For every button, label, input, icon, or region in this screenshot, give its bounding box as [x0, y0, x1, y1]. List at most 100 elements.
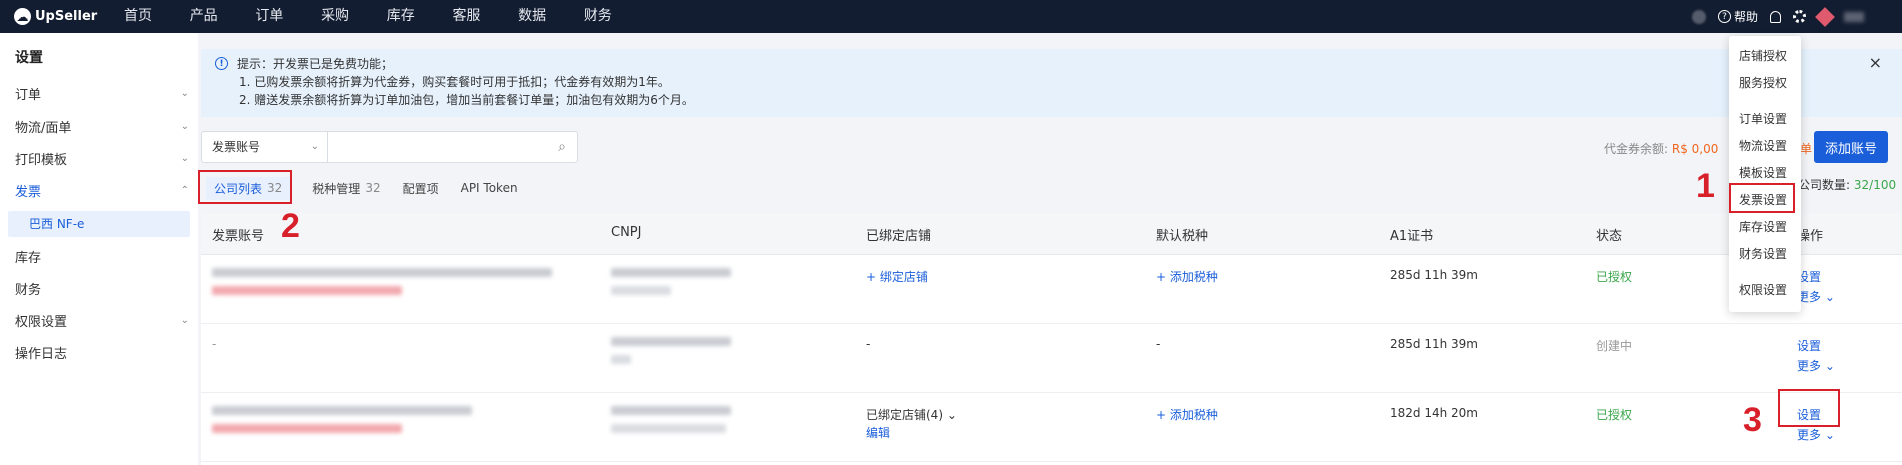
sidebar-item-invoice[interactable]: 发票 ⌃	[15, 180, 193, 200]
blurred-cnpj	[611, 337, 731, 346]
orange-tag[interactable]: 单	[1800, 140, 1812, 157]
column-header: 已绑定店铺	[866, 229, 932, 244]
nav-item-data[interactable]: 数据	[518, 0, 584, 33]
sidebar-item-inventory[interactable]: 库存	[15, 246, 193, 266]
sidebar-item-orders[interactable]: 订单 ⌄	[15, 83, 193, 103]
main-nav: 首页 产品 订单 采购 库存 客服 数据 财务	[124, 0, 650, 33]
shops-cell: -	[866, 337, 871, 351]
cert-remaining: 285d 11h 39m	[1390, 268, 1478, 282]
close-icon[interactable]: ×	[1869, 53, 1882, 72]
nav-item-products[interactable]: 产品	[190, 0, 256, 33]
edit-shops-link[interactable]: 编辑	[866, 424, 890, 441]
menu-item-service-auth[interactable]: 服务授权	[1739, 74, 1787, 91]
menu-item-inventory-settings[interactable]: 库存设置	[1739, 218, 1787, 235]
search-select-value: 发票账号	[212, 140, 261, 154]
more-link[interactable]: 更多 ⌄	[1797, 357, 1835, 374]
status-badge: 已授权	[1596, 270, 1633, 284]
sidebar-item-permissions[interactable]: 权限设置 ⌄	[15, 310, 193, 330]
add-tax-link[interactable]: + 添加税种	[1156, 406, 1218, 423]
info-icon: !	[215, 57, 228, 70]
chevron-down-icon: ⌄	[310, 141, 319, 152]
search-input[interactable]	[328, 132, 547, 162]
annotation-number-2: 2	[281, 207, 300, 245]
status-badge: 创建中	[1596, 339, 1633, 353]
voucher-value: R$ 0,00	[1671, 142, 1719, 156]
notice-line: 2. 赠送发票余额将折算为订单加油包，增加当前套餐订单量；加油包有效期为6个月。	[239, 93, 694, 107]
tax-cell: -	[1156, 337, 1161, 351]
more-link[interactable]: 更多 ⌄	[1797, 288, 1835, 305]
menu-item-shop-auth[interactable]: 店铺授权	[1739, 47, 1787, 64]
annotation-number-1: 1	[1696, 167, 1715, 205]
brand-logo[interactable]: ☁ UpSeller	[14, 8, 97, 25]
nav-item-orders[interactable]: 订单	[255, 0, 321, 33]
cert-remaining: 285d 11h 39m	[1390, 337, 1478, 351]
vip-gem-icon[interactable]	[1815, 6, 1835, 27]
more-label: 更多	[1797, 359, 1822, 373]
menu-item-order-settings[interactable]: 订单设置	[1739, 110, 1787, 127]
voucher-balance: 代金券余额: R$ 0,00	[1604, 140, 1718, 157]
chevron-down-icon: ⌄	[180, 87, 189, 99]
sidebar-item-label: 操作日志	[15, 346, 68, 362]
table-row: 已绑定店铺(4) ⌄ 编辑 + 添加税种 182d 14h 20m 已授权 设置…	[201, 393, 1902, 462]
blurred-account-tag	[212, 286, 402, 295]
sidebar-item-label: 打印模板	[15, 152, 68, 168]
tab-label: 税种管理	[312, 181, 361, 196]
annotation-box-3	[1778, 389, 1840, 427]
more-link[interactable]: 更多 ⌄	[1797, 426, 1835, 443]
blurred-icon[interactable]	[1691, 9, 1706, 24]
nav-item-inventory[interactable]: 库存	[387, 0, 453, 33]
gear-icon[interactable]	[1793, 10, 1806, 23]
company-count: 公司数量: 32/100	[1798, 176, 1896, 193]
annotation-box-2	[198, 170, 292, 204]
sidebar-title: 设置	[15, 50, 43, 66]
bound-shops[interactable]: 已绑定店铺(4) ⌄	[866, 406, 957, 423]
user-avatar[interactable]	[1844, 11, 1864, 22]
blurred-cnpj	[611, 406, 731, 415]
tab-config[interactable]: 配置项	[403, 180, 439, 197]
brand-name: UpSeller	[35, 9, 98, 24]
blurred-cnpj-sub	[611, 424, 726, 433]
add-account-button[interactable]: 添加账号	[1814, 131, 1888, 163]
sidebar-item-label: 订单	[15, 87, 42, 103]
sidebar-item-label: 物流/面单	[15, 120, 72, 136]
help-label: 帮助	[1733, 10, 1758, 24]
help-icon: ?	[1717, 10, 1731, 23]
add-tax-link[interactable]: + 添加税种	[1156, 268, 1218, 285]
tab-tax-management[interactable]: 税种管理 32	[312, 180, 380, 197]
nav-item-purchase[interactable]: 采购	[321, 0, 387, 33]
column-header: A1证书	[1390, 229, 1434, 244]
menu-item-logistics-settings[interactable]: 物流设置	[1739, 137, 1787, 154]
account-cell: -	[212, 337, 217, 351]
bound-shops-label: 已绑定店铺(4)	[866, 408, 943, 422]
sidebar-item-finance[interactable]: 财务	[15, 278, 193, 298]
sidebar-item-operation-log[interactable]: 操作日志	[15, 342, 193, 362]
help-button[interactable]: ? 帮助	[1717, 8, 1758, 25]
menu-item-permission-settings[interactable]: 权限设置	[1739, 281, 1787, 298]
voucher-label: 代金券余额:	[1604, 142, 1669, 156]
bind-shop-link[interactable]: + 绑定店铺	[866, 268, 928, 285]
search-field-select[interactable]: 发票账号 ⌄	[202, 132, 328, 162]
blurred-cnpj-sub	[611, 286, 671, 295]
count-value: 32/100	[1853, 178, 1897, 192]
settings-link[interactable]: 设置	[1797, 337, 1821, 354]
settings-dropdown: 店铺授权 服务授权 订单设置 物流设置 模板设置 发票设置 库存设置 财务设置 …	[1729, 36, 1801, 312]
tab-label: 配置项	[402, 181, 439, 196]
nav-item-finance[interactable]: 财务	[584, 0, 650, 33]
table-header: 发票账号 CNPJ 已绑定店铺 默认税种 A1证书 状态 操作	[201, 213, 1902, 255]
tab-api-token[interactable]: API Token	[461, 181, 518, 195]
nav-item-home[interactable]: 首页	[124, 0, 190, 33]
annotation-box-1	[1729, 183, 1795, 213]
chevron-down-icon: ⌄	[180, 120, 189, 132]
nav-item-service[interactable]: 客服	[452, 0, 518, 33]
menu-item-finance-settings[interactable]: 财务设置	[1739, 245, 1787, 262]
menu-item-template-settings[interactable]: 模板设置	[1739, 164, 1787, 181]
tab-count: 32	[365, 181, 381, 195]
sidebar-subitem-nfe[interactable]: 巴西 NF-e	[8, 211, 190, 237]
logo-icon: ☁	[14, 8, 31, 25]
sidebar-item-print-template[interactable]: 打印模板 ⌄	[15, 148, 193, 168]
sidebar: 设置 订单 ⌄ 物流/面单 ⌄ 打印模板 ⌄ 发票 ⌃ 巴西 NF-e 库存 财务 权限…	[0, 33, 198, 465]
search-icon[interactable]: ⌕	[547, 132, 577, 162]
bell-icon[interactable]	[1770, 10, 1781, 23]
sidebar-item-logistics[interactable]: 物流/面单 ⌄	[15, 116, 193, 136]
notice-banner: ! 提示：开发票已是免费功能； 1. 已购发票余额将折算为代金券，购买套餐时可用…	[201, 49, 1902, 117]
